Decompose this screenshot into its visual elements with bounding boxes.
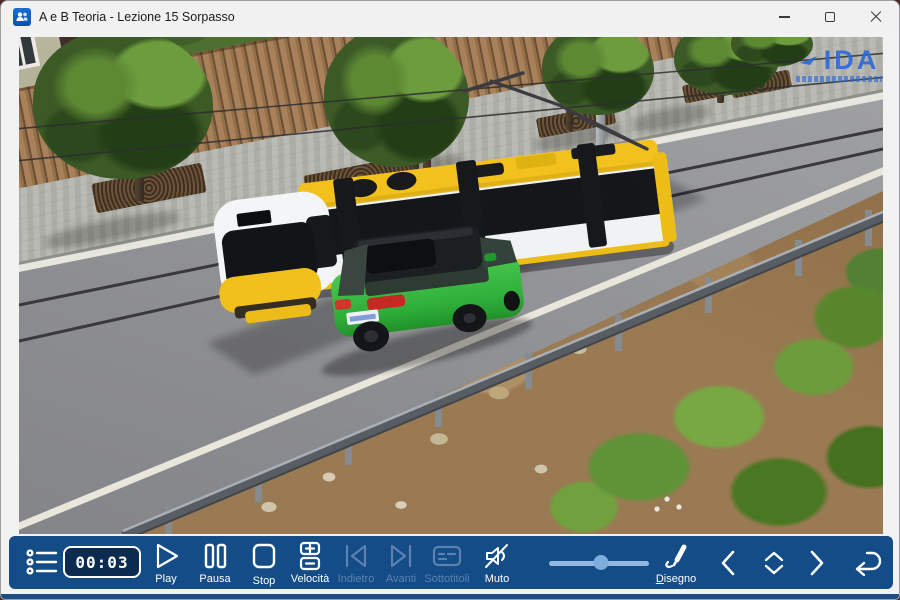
draw-button[interactable]: Disegno [644,541,708,585]
expand-button[interactable] [754,548,794,578]
window-title: A e B Teoria - Lezione 15 Sorpasso [39,10,235,24]
ida-watermark: IDA [791,47,883,82]
maximize-button[interactable] [807,1,853,33]
tram-pantograph [465,73,647,149]
titlebar: A e B Teoria - Lezione 15 Sorpasso [1,1,899,33]
app-window: A e B Teoria - Lezione 15 Sorpasso [0,0,900,600]
skip-back-icon [341,541,371,571]
timer-display: 00:03 [63,546,141,578]
volume-slider[interactable] [549,555,649,571]
ida-logo-mark [799,55,821,67]
subtitles-icon [432,541,462,571]
close-button[interactable] [853,1,899,33]
close-icon [870,11,882,23]
minimize-icon [779,16,790,17]
stop-icon [250,541,278,571]
page-previous-button[interactable] [708,548,748,578]
chapter-list-icon [26,547,60,577]
unfold-vertical-icon [761,548,787,578]
window-controls [761,1,899,33]
ida-logo-text: IDA [824,47,880,74]
window-bottom-edge [1,594,899,600]
app-users-icon [13,8,31,26]
ida-logo-tagline [796,76,882,82]
pause-icon [201,541,229,571]
return-arrow-icon [850,548,882,578]
player-toolbar: 00:03 Play Pausa Stop Velocità [9,536,893,589]
chevron-left-icon [720,548,736,578]
play-icon [151,541,181,571]
scene-overlay [19,37,883,534]
pen-icon [661,541,691,571]
speed-plus-minus-icon [296,541,324,571]
mute-button[interactable]: Muto [465,541,529,585]
timer-value: 00:03 [75,553,128,572]
skip-forward-icon [386,541,416,571]
overhead-wires [19,53,883,161]
chapter-list-button[interactable] [23,547,63,579]
return-button[interactable] [846,548,886,578]
mute-icon [484,541,510,571]
chevron-right-icon [809,548,825,578]
page-next-button[interactable] [797,548,837,578]
volume-slider-thumb[interactable] [594,555,609,570]
video-viewport[interactable]: IDA [19,37,883,534]
minimize-button[interactable] [761,1,807,33]
maximize-icon [825,12,835,22]
